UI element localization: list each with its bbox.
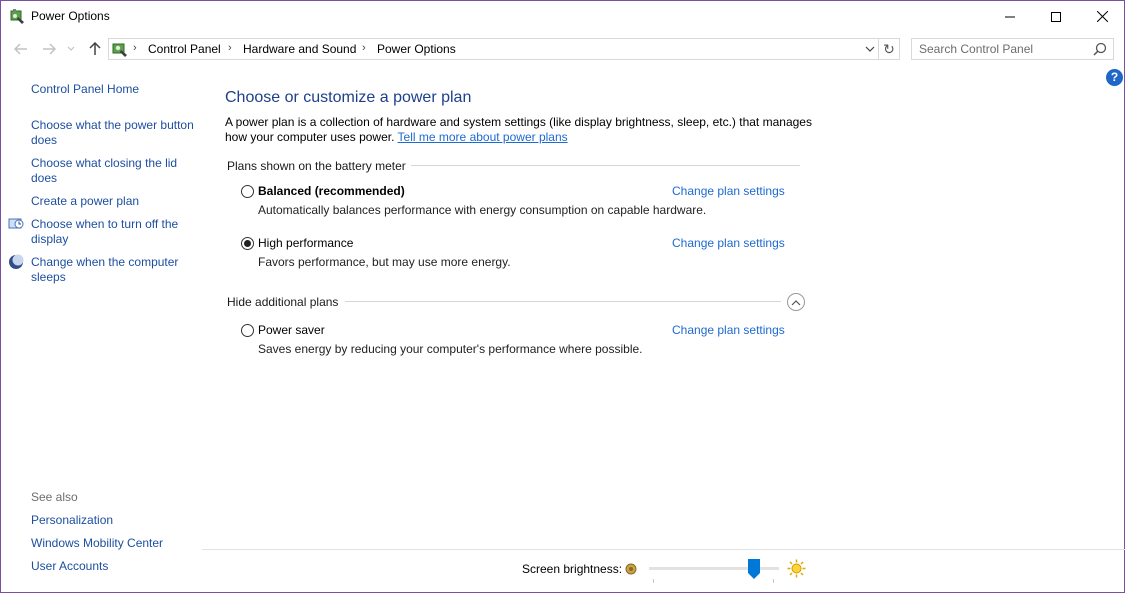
user-accounts-link[interactable]: User Accounts bbox=[31, 559, 203, 574]
hidden-plans-group-header: Hide additional plans bbox=[227, 295, 339, 309]
maximize-button[interactable] bbox=[1033, 1, 1079, 32]
forward-button[interactable] bbox=[39, 39, 59, 59]
personalization-link[interactable]: Personalization bbox=[31, 513, 203, 528]
create-power-plan-link[interactable]: Create a power plan bbox=[31, 194, 203, 209]
turn-off-display-link[interactable]: Choose when to turn off the display bbox=[31, 217, 203, 247]
page-title: Choose or customize a power plan bbox=[225, 89, 472, 106]
closing-lid-link[interactable]: Choose what closing the lid does bbox=[31, 156, 203, 186]
control-panel-home-link[interactable]: Control Panel Home bbox=[31, 82, 203, 97]
refresh-icon: ↻ bbox=[883, 40, 895, 57]
minimize-icon bbox=[1005, 16, 1015, 17]
power-options-icon bbox=[10, 9, 24, 24]
help-button[interactable]: ? bbox=[1106, 69, 1123, 86]
breadcrumb-power-options[interactable]: Power Options bbox=[377, 42, 456, 56]
close-icon bbox=[1096, 11, 1108, 22]
high-performance-plan-description: Favors performance, but may use more ene… bbox=[258, 255, 511, 269]
address-bar[interactable]: › Control Panel › Hardware and Sound › P… bbox=[108, 38, 879, 60]
address-dropdown-icon[interactable] bbox=[864, 42, 876, 56]
page-description: A power plan is a collection of hardware… bbox=[225, 115, 825, 145]
breadcrumb-hardware-and-sound[interactable]: Hardware and Sound bbox=[243, 42, 356, 56]
back-button[interactable] bbox=[11, 39, 31, 59]
chevron-up-icon bbox=[791, 299, 801, 305]
breadcrumb-separator: › bbox=[133, 42, 137, 54]
breadcrumb-control-panel[interactable]: Control Panel bbox=[148, 42, 221, 56]
title-bar: Power Options bbox=[1, 1, 1124, 33]
minimize-button[interactable] bbox=[987, 1, 1033, 32]
control-panel-icon bbox=[112, 43, 127, 57]
up-arrow-icon bbox=[89, 42, 101, 55]
forward-arrow-icon bbox=[43, 43, 56, 55]
battery-meter-group-header: Plans shown on the battery meter bbox=[227, 159, 406, 173]
power-options-window: Power Options › Control Panel › Hardware… bbox=[0, 0, 1125, 593]
bottom-divider bbox=[202, 549, 1125, 550]
search-input[interactable] bbox=[912, 39, 1087, 59]
high-performance-change-settings-link[interactable]: Change plan settings bbox=[672, 236, 785, 250]
see-also-heading: See also bbox=[31, 490, 78, 504]
balanced-plan-name[interactable]: Balanced (recommended) bbox=[258, 184, 405, 198]
balanced-change-settings-link[interactable]: Change plan settings bbox=[672, 184, 785, 198]
refresh-button[interactable]: ↻ bbox=[878, 38, 900, 60]
search-icon[interactable] bbox=[1093, 42, 1107, 56]
slider-tick bbox=[653, 579, 654, 583]
brightness-slider-thumb[interactable] bbox=[747, 559, 760, 579]
mobility-center-link[interactable]: Windows Mobility Center bbox=[31, 536, 203, 551]
close-button[interactable] bbox=[1079, 1, 1125, 32]
window-title: Power Options bbox=[31, 9, 110, 23]
power-saver-plan-radio[interactable] bbox=[241, 324, 254, 337]
maximize-icon bbox=[1051, 11, 1061, 22]
balanced-plan-radio[interactable] bbox=[241, 185, 254, 198]
slider-tick bbox=[773, 579, 774, 583]
collapse-hidden-plans-button[interactable] bbox=[787, 293, 805, 311]
back-arrow-icon bbox=[14, 43, 27, 55]
screen-brightness-label: Screen brightness: bbox=[522, 562, 623, 576]
high-performance-plan-radio[interactable] bbox=[241, 237, 254, 250]
power-saver-plan-description: Saves energy by reducing your computer's… bbox=[258, 342, 643, 356]
brightness-high-icon bbox=[787, 559, 806, 578]
search-box bbox=[911, 38, 1114, 60]
group-divider bbox=[345, 301, 781, 302]
recent-locations-button[interactable] bbox=[64, 39, 78, 59]
learn-more-link[interactable]: Tell me more about power plans bbox=[398, 130, 568, 144]
power-saver-plan-name[interactable]: Power saver bbox=[258, 323, 325, 337]
sleep-moon-icon bbox=[9, 254, 24, 269]
brightness-low-icon bbox=[625, 563, 637, 575]
up-button[interactable] bbox=[85, 39, 105, 59]
breadcrumb-separator: › bbox=[228, 42, 232, 54]
balanced-plan-description: Automatically balances performance with … bbox=[258, 203, 707, 217]
high-performance-plan-name[interactable]: High performance bbox=[258, 236, 353, 250]
breadcrumb-separator: › bbox=[362, 42, 366, 54]
group-divider bbox=[411, 165, 800, 166]
display-timer-icon bbox=[8, 218, 24, 229]
chevron-down-icon bbox=[67, 46, 75, 51]
power-saver-change-settings-link[interactable]: Change plan settings bbox=[672, 323, 785, 337]
computer-sleeps-link[interactable]: Change when the computer sleeps bbox=[31, 255, 203, 285]
power-button-link[interactable]: Choose what the power button does bbox=[31, 118, 203, 148]
